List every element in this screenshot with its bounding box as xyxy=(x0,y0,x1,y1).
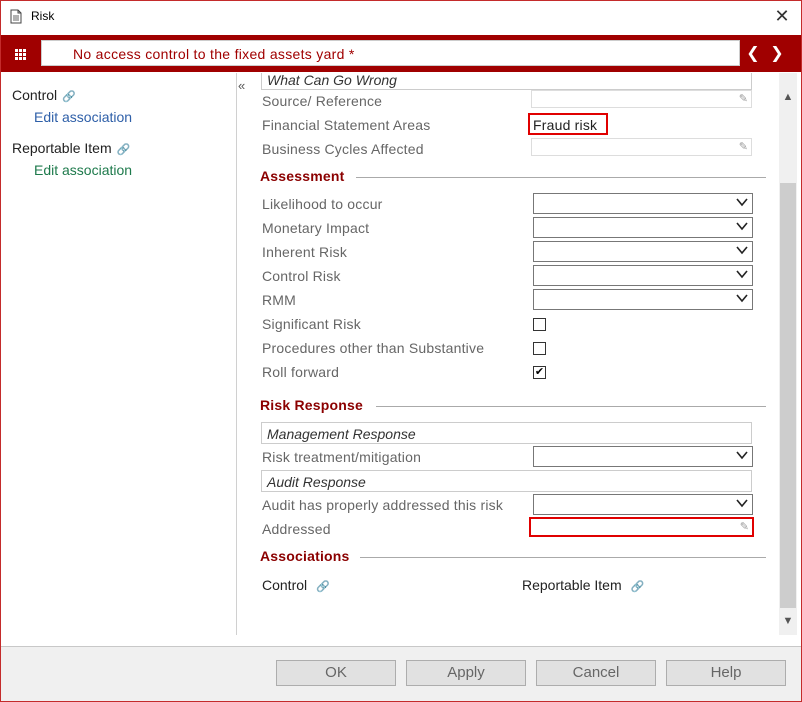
edit-association-control-link[interactable]: Edit association xyxy=(34,109,132,125)
what-can-go-wrong-box: What Can Go Wrong xyxy=(261,73,752,90)
pencil-icon: ✎ xyxy=(738,93,748,105)
source-reference-field[interactable]: ✎ xyxy=(531,90,752,108)
control-risk-dropdown[interactable] xyxy=(533,265,753,286)
pencil-icon: ✎ xyxy=(738,141,748,153)
edit-association-reportable-link[interactable]: Edit association xyxy=(34,162,132,178)
business-cycles-field[interactable]: ✎ xyxy=(531,138,752,156)
link-icon: 🔗 xyxy=(116,144,131,156)
risk-treatment-label: Risk treatment/mitigation xyxy=(262,449,422,465)
significant-risk-label: Significant Risk xyxy=(262,316,361,332)
chevron-down-icon xyxy=(736,246,748,255)
likelihood-label: Likelihood to occur xyxy=(262,196,383,212)
association-reportable-label: Reportable Item xyxy=(522,577,622,593)
link-icon: 🔗 xyxy=(62,91,76,103)
risk-response-heading: Risk Response xyxy=(260,397,363,413)
section-divider xyxy=(356,177,766,178)
risk-treatment-dropdown[interactable] xyxy=(533,446,753,467)
window-title: Risk xyxy=(31,9,55,23)
sidebar-item-label: Reportable Item xyxy=(12,140,112,156)
business-cycles-label: Business Cycles Affected xyxy=(262,141,424,157)
likelihood-dropdown[interactable] xyxy=(533,193,753,214)
section-divider xyxy=(376,406,766,407)
sidebar-item-label: Control xyxy=(12,87,58,103)
procedures-other-label: Procedures other than Substantive xyxy=(262,340,485,356)
roll-forward-label: Roll forward xyxy=(262,364,340,380)
link-icon[interactable]: 🔗 xyxy=(316,580,330,593)
chevron-down-icon xyxy=(736,222,748,231)
record-title-text: No access control to the fixed assets ya… xyxy=(73,46,355,62)
association-control: Control 🔗 xyxy=(262,577,330,593)
dialog-footer: OK Apply Cancel Help xyxy=(1,646,801,701)
chevron-down-icon xyxy=(736,499,748,508)
procedures-other-checkbox[interactable] xyxy=(533,342,546,355)
audit-addressed-dropdown[interactable] xyxy=(533,494,753,515)
monetary-impact-label: Monetary Impact xyxy=(262,220,370,236)
audit-addressed-label: Audit has properly addressed this risk xyxy=(262,497,504,513)
vertical-scrollbar[interactable]: ▲ ▼ xyxy=(779,73,797,635)
rmm-dropdown[interactable] xyxy=(533,289,753,310)
help-button[interactable]: Help xyxy=(666,660,786,686)
record-title-field[interactable]: No access control to the fixed assets ya… xyxy=(41,40,740,66)
financial-statement-areas-label: Financial Statement Areas xyxy=(262,117,431,133)
significant-risk-checkbox[interactable] xyxy=(533,318,546,331)
addressed-field[interactable]: ✎ xyxy=(529,517,754,537)
assessment-heading: Assessment xyxy=(260,168,345,184)
addressed-label: Addressed xyxy=(262,521,331,537)
sidebar-item-control: Control 🔗 xyxy=(12,87,76,103)
management-response-box: Management Response xyxy=(261,422,752,444)
source-reference-label: Source/ Reference xyxy=(262,93,383,109)
association-sidebar: Control 🔗 Edit association Reportable Ite… xyxy=(1,73,237,635)
associations-heading: Associations xyxy=(260,548,350,564)
scroll-down-icon[interactable]: ▼ xyxy=(779,611,797,631)
previous-record-icon[interactable]: ❮ xyxy=(743,43,763,65)
chevron-down-icon xyxy=(736,294,748,303)
link-icon[interactable]: 🔗 xyxy=(631,580,645,593)
collapse-sidebar-icon[interactable]: « xyxy=(238,78,245,93)
association-reportable-item: Reportable Item 🔗 xyxy=(522,577,644,593)
inherent-risk-dropdown[interactable] xyxy=(533,241,753,262)
document-icon xyxy=(10,9,22,24)
risk-form: What Can Go Wrong Source/ Reference ✎ Fi… xyxy=(254,73,777,635)
grid-menu-icon[interactable] xyxy=(9,43,31,65)
ok-button[interactable]: OK xyxy=(276,660,396,686)
financial-statement-areas-value[interactable]: Fraud risk xyxy=(533,117,597,133)
apply-button[interactable]: Apply xyxy=(406,660,526,686)
monetary-impact-dropdown[interactable] xyxy=(533,217,753,238)
chevron-down-icon xyxy=(736,451,748,460)
chevron-down-icon xyxy=(736,270,748,279)
record-header: No access control to the fixed assets ya… xyxy=(1,35,801,72)
association-control-label: Control xyxy=(262,577,308,593)
cancel-button[interactable]: Cancel xyxy=(536,660,656,686)
title-bar: Risk ✕ xyxy=(1,1,801,32)
next-record-icon[interactable]: ❯ xyxy=(767,43,787,65)
pencil-icon: ✎ xyxy=(739,521,749,533)
risk-dialog: Risk ✕ No access control to the fixed as… xyxy=(0,0,802,702)
rmm-label: RMM xyxy=(262,292,297,308)
checkmark-icon: ✔ xyxy=(534,366,545,378)
inherent-risk-label: Inherent Risk xyxy=(262,244,348,260)
scroll-up-icon[interactable]: ▲ xyxy=(779,87,797,107)
section-divider xyxy=(360,557,766,558)
roll-forward-checkbox[interactable]: ✔ xyxy=(533,366,546,379)
scrollbar-thumb[interactable] xyxy=(780,183,796,608)
sidebar-item-reportable-item: Reportable Item 🔗 xyxy=(12,140,130,156)
close-icon[interactable]: ✕ xyxy=(771,5,793,27)
chevron-down-icon xyxy=(736,198,748,207)
control-risk-label: Control Risk xyxy=(262,268,341,284)
audit-response-box: Audit Response xyxy=(261,470,752,492)
